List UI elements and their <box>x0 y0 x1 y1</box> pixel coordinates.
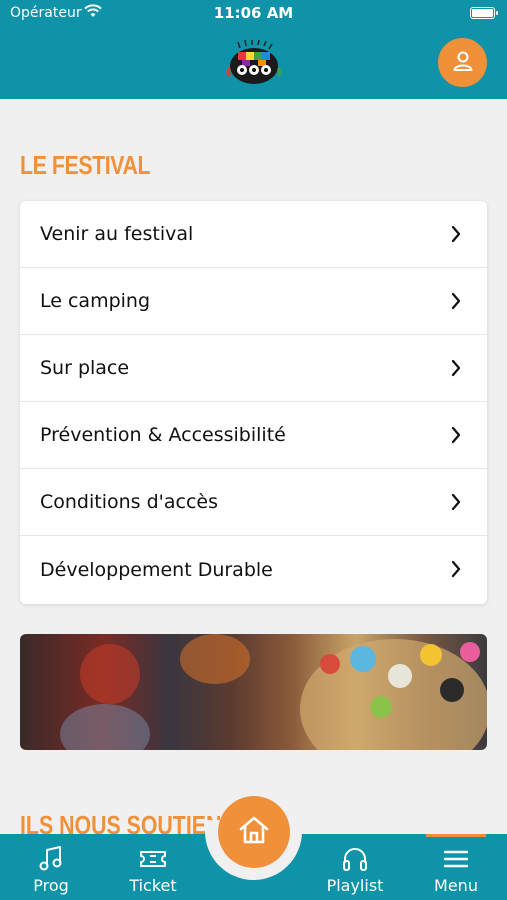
home-icon <box>237 813 271 851</box>
tab-label: Playlist <box>326 876 384 895</box>
ticket-icon <box>138 844 168 878</box>
menu-item-prevention-accessibilite[interactable]: Prévention & Accessibilité <box>20 402 487 469</box>
menu-item-label: Venir au festival <box>40 223 194 245</box>
menu-item-label: Conditions d'accès <box>40 491 219 513</box>
battery-icon <box>470 7 498 19</box>
banner-photo-detail <box>80 644 140 704</box>
banner-photo-detail <box>180 634 250 684</box>
hamburger-menu-icon <box>441 844 471 878</box>
banner-photo-detail <box>440 678 464 702</box>
tab-label: Menu <box>434 876 478 895</box>
banner-photo-detail <box>60 704 150 750</box>
user-icon <box>452 50 474 76</box>
profile-button[interactable] <box>438 38 487 87</box>
tab-prog[interactable]: Prog <box>10 834 92 900</box>
tab-playlist[interactable]: Playlist <box>314 834 396 900</box>
menu-item-sur-place[interactable]: Sur place <box>20 335 487 402</box>
section-title-festival: LE FESTIVAL <box>20 150 151 180</box>
menu-item-developpement-durable[interactable]: Développement Durable <box>20 536 487 604</box>
tab-ticket[interactable]: Ticket <box>112 834 194 900</box>
banner-photo-detail <box>388 664 412 688</box>
banner-photo-detail <box>350 646 376 672</box>
status-bar: Opérateur 11:06 AM <box>0 0 507 30</box>
festival-photo-banner[interactable] <box>20 634 487 750</box>
menu-item-venir-au-festival[interactable]: Venir au festival <box>20 201 487 268</box>
active-tab-indicator <box>426 834 486 837</box>
banner-photo-detail <box>460 642 480 662</box>
tab-label: Prog <box>33 876 69 895</box>
chevron-right-icon <box>451 560 461 582</box>
chevron-right-icon <box>451 493 461 515</box>
menu-item-le-camping[interactable]: Le camping <box>20 268 487 335</box>
festival-logo[interactable] <box>226 39 282 86</box>
menu-item-label: Le camping <box>40 290 151 312</box>
festival-menu-list: Venir au festival Le camping Sur place P… <box>20 201 487 604</box>
home-button[interactable] <box>218 796 290 868</box>
header-bar: Opérateur 11:06 AM <box>0 0 507 99</box>
music-note-icon <box>36 844 66 878</box>
tab-label: Ticket <box>129 876 177 895</box>
headphones-icon <box>340 844 370 878</box>
banner-photo-detail <box>420 644 442 666</box>
clock: 11:06 AM <box>213 4 294 22</box>
banner-photo-detail <box>320 654 340 674</box>
chevron-right-icon <box>451 359 461 381</box>
menu-item-label: Développement Durable <box>40 559 273 581</box>
chevron-right-icon <box>451 292 461 314</box>
banner-photo-detail <box>370 696 392 718</box>
chevron-right-icon <box>451 426 461 448</box>
tab-menu[interactable]: Menu <box>415 834 497 900</box>
chevron-right-icon <box>451 225 461 247</box>
menu-item-label: Sur place <box>40 357 130 379</box>
menu-item-label: Prévention & Accessibilité <box>40 424 286 446</box>
menu-item-conditions-acces[interactable]: Conditions d'accès <box>20 469 487 536</box>
